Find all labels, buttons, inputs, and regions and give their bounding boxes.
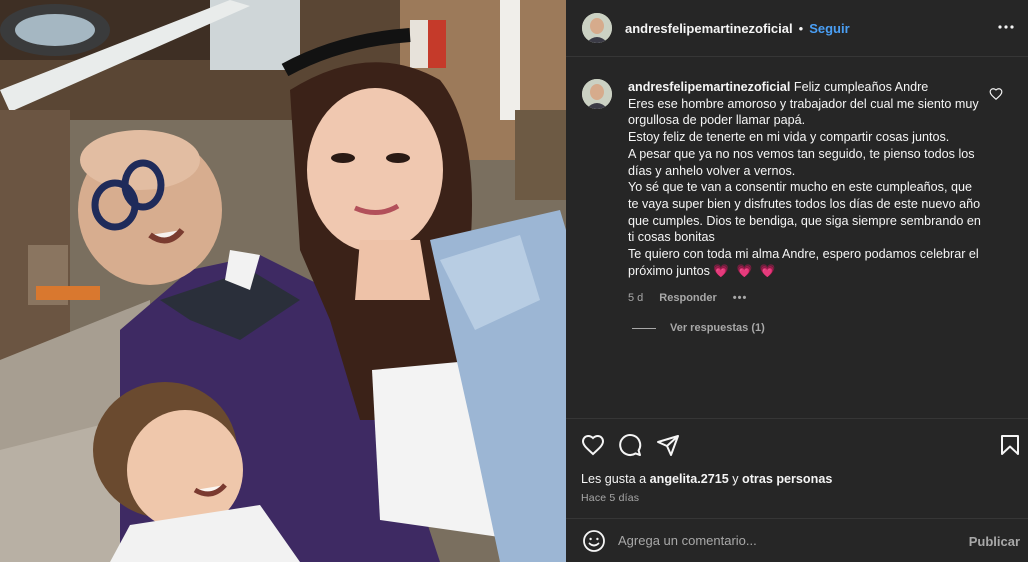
post-actions: Les gusta a angelita.2715 y otras person… bbox=[566, 418, 1028, 518]
comment-composer: Publicar bbox=[566, 518, 1028, 562]
caption-line: Yo sé que te van a consentir mucho en es… bbox=[628, 180, 972, 195]
caption-line: que cumples. Dios te bendiga, que siga s… bbox=[628, 213, 981, 228]
caption-avatar[interactable] bbox=[582, 79, 612, 109]
caption-line: A pesar que ya no nos vemos tan seguido,… bbox=[628, 146, 975, 161]
caption-line: Eres ese hombre amoroso y trabajador del… bbox=[628, 96, 979, 111]
reply-button[interactable]: Responder bbox=[659, 290, 716, 307]
caption-comment: andresfelipemartinezoficial Feliz cumple… bbox=[582, 79, 1012, 307]
save-bookmark-icon[interactable] bbox=[998, 433, 1022, 457]
caption-age: 5 d bbox=[628, 292, 644, 305]
post-modal: andresfelipemartinezoficial • Seguir and… bbox=[0, 0, 1028, 562]
caption-last-line: próximo juntos 💗 💗 💗 bbox=[628, 263, 992, 280]
caption-line: te vaya super bien y disfrutes todos los… bbox=[628, 196, 981, 211]
likes-user-link[interactable]: angelita.2715 bbox=[650, 472, 729, 486]
pink-hearts-emoji: 💗 💗 💗 bbox=[713, 263, 778, 278]
likes-summary: Les gusta a angelita.2715 y otras person… bbox=[581, 472, 832, 486]
author-avatar[interactable] bbox=[582, 13, 612, 43]
view-replies-button[interactable]: Ver respuestas (1) bbox=[632, 322, 765, 334]
publish-button[interactable]: Publicar bbox=[969, 534, 1020, 549]
replies-divider bbox=[632, 327, 656, 329]
caption-line: días y anhelo volver a vernos. bbox=[628, 163, 796, 178]
caption-meta: 5 d Responder ••• bbox=[628, 290, 992, 307]
photo-illustration bbox=[0, 0, 566, 562]
post-side-panel: andresfelipemartinezoficial • Seguir and… bbox=[566, 0, 1028, 562]
avatar-image bbox=[582, 79, 612, 109]
author-username[interactable]: andresfelipemartinezoficial bbox=[625, 21, 793, 36]
caption-first-line: andresfelipemartinezoficial Feliz cumple… bbox=[628, 79, 992, 96]
follow-button[interactable]: Seguir bbox=[809, 21, 849, 36]
caption-line: Te quiero con toda mi alma Andre, espero… bbox=[628, 247, 979, 262]
share-paper-plane-icon[interactable] bbox=[656, 433, 680, 457]
header-separator: • bbox=[798, 20, 804, 36]
likes-prefix: Les gusta a bbox=[581, 472, 647, 486]
post-photo[interactable] bbox=[0, 0, 566, 562]
comment-like-heart-icon[interactable] bbox=[989, 87, 1003, 101]
view-replies-label: Ver respuestas (1) bbox=[670, 322, 765, 334]
post-header: andresfelipemartinezoficial • Seguir bbox=[566, 0, 1028, 57]
comment-bubble-icon[interactable] bbox=[618, 433, 642, 457]
post-time: Hace 5 días bbox=[581, 492, 640, 504]
comment-options-button[interactable]: ••• bbox=[733, 290, 748, 307]
likes-others-link[interactable]: otras personas bbox=[742, 472, 832, 486]
caption-line: ti cosas bonitas bbox=[628, 230, 715, 245]
caption-username[interactable]: andresfelipemartinezoficial bbox=[628, 80, 790, 94]
emoji-icon[interactable] bbox=[582, 529, 606, 553]
caption-body: andresfelipemartinezoficial Feliz cumple… bbox=[628, 79, 992, 307]
likes-middle: y bbox=[732, 472, 739, 486]
caption-line: orgullosa de poder llamar papá. bbox=[628, 113, 806, 128]
more-options-icon[interactable] bbox=[996, 17, 1016, 37]
avatar-image bbox=[582, 13, 612, 43]
comment-input[interactable] bbox=[618, 528, 948, 553]
caption-line: Feliz cumpleaños Andre bbox=[793, 80, 929, 94]
like-heart-icon[interactable] bbox=[581, 433, 605, 457]
caption-line: próximo juntos bbox=[628, 263, 710, 278]
caption-line: Estoy feliz de tenerte en mi vida y comp… bbox=[628, 130, 950, 145]
